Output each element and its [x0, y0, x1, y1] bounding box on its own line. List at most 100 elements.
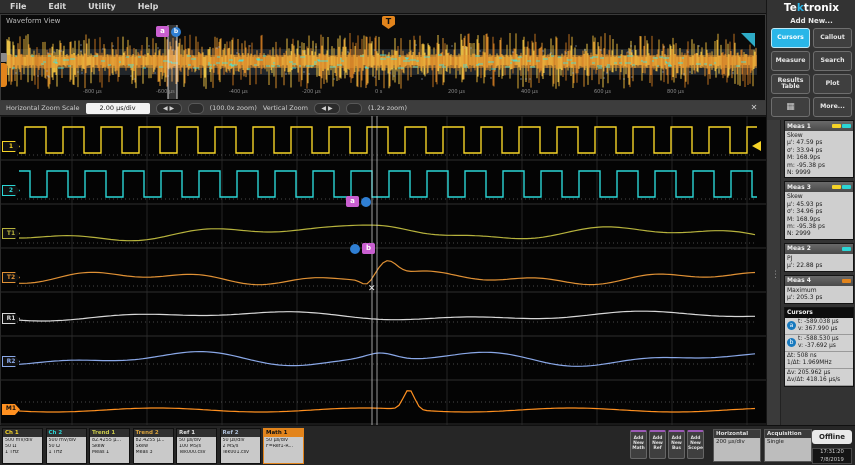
cursor-b-flag[interactable]: b — [362, 243, 375, 254]
more--button[interactable]: More... — [813, 97, 852, 117]
badge-setting-line: Meas 3 — [136, 450, 171, 456]
menu-bar: File Edit Utility Help — [0, 0, 766, 14]
mask-test-icon: ▦ — [786, 104, 795, 111]
h-zoom-scale-label: Horizontal Zoom Scale — [6, 104, 80, 112]
channel-2-trace — [19, 171, 757, 197]
badge-ch-1[interactable]: Ch 1 500 mV/div 50 Ω1 THz — [2, 428, 43, 464]
badge-setting-line: Tek000.csv — [179, 450, 214, 456]
overview-axis-label: 400 µs — [521, 89, 538, 95]
add-new-bus-button[interactable]: Add New Bus — [668, 430, 685, 459]
results-rail[interactable]: ⋮ — [767, 120, 781, 425]
menu-utility[interactable]: Utility — [88, 2, 116, 11]
cursors-button[interactable]: Cursors — [771, 28, 810, 48]
overview-title: Waveform View — [6, 17, 60, 25]
crosshair-marker-icon[interactable]: ✕ — [368, 284, 376, 294]
delta-t: Δt: 508 ns — [787, 353, 832, 360]
horizontal-panel[interactable]: Horizontal 200 µs/div — [713, 429, 761, 462]
overview-cursor-a-flag[interactable]: a — [156, 26, 169, 37]
h-zoom-readout: (100.0x zoom) — [210, 104, 257, 112]
badge-trend-1[interactable]: Trend 1 82.4255 µ... Skew Meas 1 — [89, 428, 130, 464]
h-zoom-fine-button[interactable] — [188, 103, 204, 114]
meas-value-line: M: 168.9ps — [787, 216, 851, 223]
overview-left-grip[interactable] — [1, 53, 7, 62]
meas-result-badge[interactable]: Meas 3 Skew µ': 45.93 ps σ': 34.96 ps M: 168… — [784, 181, 854, 239]
meas-badge-header: Meas 3 — [785, 182, 853, 192]
badge-ref-2[interactable]: Ref 2 50 µs/div 2 MS/s Tek001.csv — [220, 428, 261, 464]
overview-axis-label: 800 µs — [667, 89, 684, 95]
search-button[interactable]: Search — [813, 51, 852, 71]
measure-button[interactable]: Measure — [771, 51, 810, 71]
meas-value-line: µ': 205.3 ps — [787, 294, 851, 301]
badge-ref-1[interactable]: Ref 1 50 µs/div 100 MS/s Tek000.csv — [176, 428, 217, 464]
horizontal-title: Horizontal — [714, 430, 760, 438]
meas-badge-title: Meas 4 — [787, 277, 811, 284]
meas-value-line: σ': 33.94 ps — [787, 147, 851, 154]
zoom-region-flag-icon[interactable] — [741, 33, 755, 47]
badge-setting-line: 1 THz — [5, 450, 40, 456]
overview-axis-label: -400 µs — [229, 89, 248, 95]
bottom-settings-bar: Ch 1 500 mV/div 50 Ω1 THz Ch 2 500 mV/div 50 … — [0, 425, 855, 465]
badge-setting-line: Tek001.csv — [223, 450, 258, 456]
badge-trend-2[interactable]: Trend 2 82.4255 µ... Skew Meas 3 — [133, 428, 174, 464]
overview-cursor-b-flag[interactable]: b — [171, 27, 181, 37]
cursor-b-readout: b t: -588.530 µs v: -37.692 µs — [785, 335, 853, 352]
meas-value-line: Maximum — [787, 287, 851, 294]
zoom-toolbar: Horizontal Zoom Scale 2.00 µs/div ◀ ▶ (1… — [0, 101, 766, 116]
meas-value-line: µ': 45.93 ps — [787, 201, 851, 208]
results-badges-column: Meas 1 Skew µ': 47.59 ps σ': 33.94 ps M: 168… — [784, 120, 854, 390]
badge-title: Ref 1 — [177, 429, 216, 437]
ref-2-trace — [19, 352, 755, 367]
add-new-math-button[interactable]: Add New Math — [630, 430, 647, 459]
add-new-ref-button[interactable]: Add New Ref — [649, 430, 666, 459]
close-zoom-icon[interactable]: ✕ — [748, 102, 760, 114]
menu-edit[interactable]: Edit — [48, 2, 66, 11]
add-new-scope-button[interactable]: Add New Scope — [687, 430, 704, 459]
acquisition-panel[interactable]: Acquisition Single — [764, 429, 812, 462]
waveform-overview-panel[interactable]: Waveform View -800 µs -600 µs -400 µs -200 … — [0, 14, 766, 101]
menu-help[interactable]: Help — [138, 2, 159, 11]
meas-badge-title: Meas 1 — [787, 123, 811, 130]
badge-title: Ch 2 — [47, 429, 86, 437]
inverse-delta-t: 1/Δt: 1.969MHz — [787, 360, 832, 367]
sidebar: Tektronix Add New... Cursors Callout Measu… — [766, 0, 855, 425]
meas-badge-title: Meas 3 — [787, 184, 811, 191]
meas-result-badge[interactable]: Meas 2 PJ µ': 22.88 ps — [784, 243, 854, 272]
meas-badge-header: Meas 2 — [785, 244, 853, 254]
menu-file[interactable]: File — [10, 2, 26, 11]
mask-test-button[interactable]: ▦ — [771, 97, 810, 117]
callout-button[interactable]: Callout — [813, 28, 852, 48]
trigger-level-arrow-icon[interactable] — [752, 141, 761, 151]
cursor-b-dot[interactable] — [361, 197, 371, 207]
meas-value-line: Skew — [787, 193, 851, 200]
cursor-b-time: t: -588.530 µs — [798, 336, 839, 343]
meas-result-badge[interactable]: Meas 4 Maximum µ': 205.3 ps — [784, 275, 854, 304]
badge-setting-line: 1 THz — [49, 450, 84, 456]
v-zoom-label: Vertical Zoom — [263, 104, 308, 112]
meas-source-chips — [842, 247, 851, 251]
cursor-a-value: v: 367.990 µs — [798, 326, 839, 333]
acquisition-title: Acquisition — [765, 430, 811, 438]
v-zoom-stepper-button[interactable]: ◀ ▶ — [314, 103, 340, 114]
cursor-b-icon: b — [787, 338, 796, 347]
v-zoom-fine-button[interactable] — [346, 103, 362, 114]
h-zoom-stepper-button[interactable]: ◀ ▶ — [156, 103, 182, 114]
badge-math-1[interactable]: Math 1 50 µs/div F=Ref1-R... — [263, 428, 304, 464]
plot-button[interactable]: Plot — [813, 74, 852, 94]
ref-1-trace — [19, 311, 755, 321]
meas-result-badge[interactable]: Meas 1 Skew µ': 47.59 ps σ': 33.94 ps M: 168… — [784, 120, 854, 178]
badge-ch-2[interactable]: Ch 2 500 mV/div 50 Ω1 THz — [46, 428, 87, 464]
meas-badge-body: Skew µ': 45.93 ps σ': 34.96 ps M: 168.9ps m:… — [785, 192, 853, 238]
meas-value-line: M: 168.9ps — [787, 154, 851, 161]
v-zoom-readout: (1.2x zoom) — [368, 104, 407, 112]
overview-left-handle[interactable] — [1, 63, 7, 87]
main-waveform-view[interactable]: 1 2 T1 T2 R1 R2 M1 a b ✕ — [0, 116, 766, 425]
results-table-button[interactable]: Results Table — [771, 74, 810, 94]
cursor-a-readout: a t: -589.038 µs v: 367.990 µs — [785, 318, 853, 335]
badge-title: Trend 1 — [90, 429, 129, 437]
cursors-readout-panel[interactable]: Cursors a t: -589.038 µs v: 367.990 µs b… — [784, 307, 854, 387]
cursor-a-flag[interactable]: a — [346, 196, 359, 207]
cursor-a-dot[interactable] — [350, 244, 360, 254]
offline-button[interactable]: Offline — [812, 430, 852, 444]
h-zoom-scale-input[interactable]: 2.00 µs/div — [86, 103, 150, 114]
math-1-trace — [19, 391, 755, 412]
